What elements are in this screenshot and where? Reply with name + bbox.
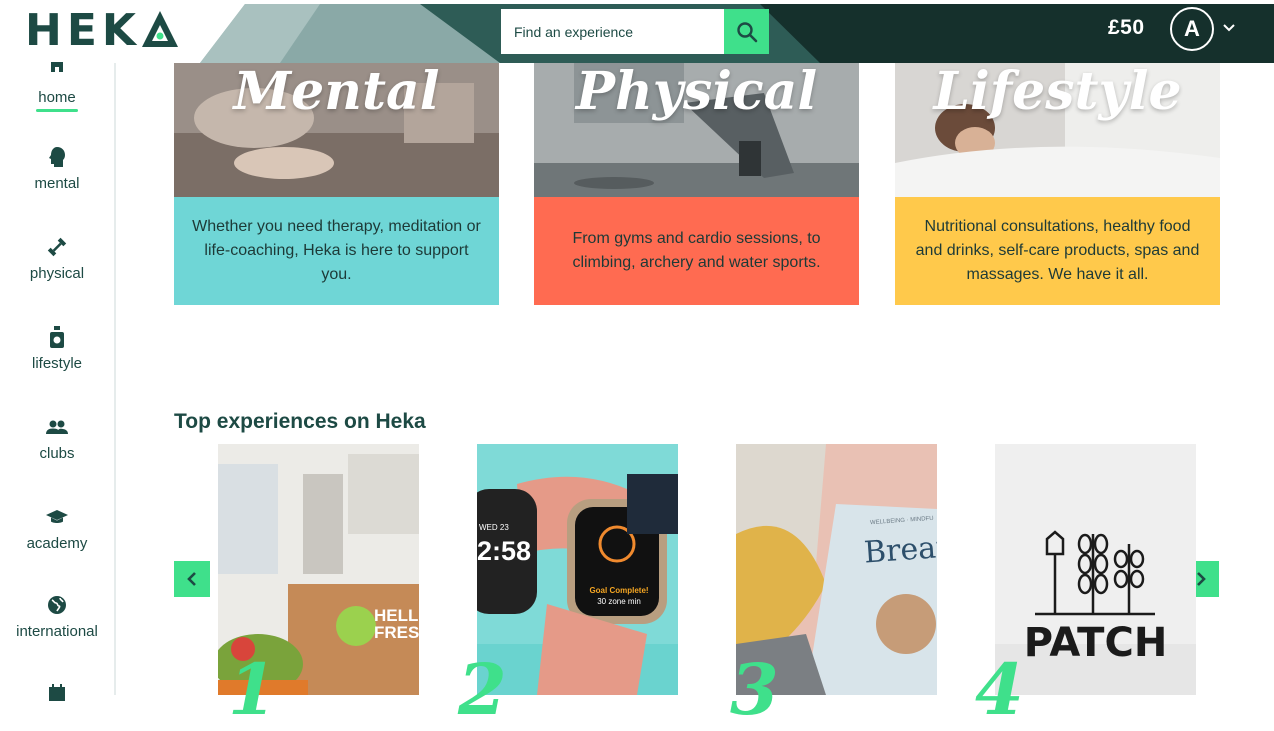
category-description: Nutritional consultations, healthy food … (895, 197, 1220, 305)
top-experiences-heading: Top experiences on Heka (174, 410, 426, 433)
search-input[interactable] (501, 9, 724, 54)
sidebar: home mental physical lifestyle clubs aca… (0, 62, 116, 701)
category-description: Whether you need therapy, meditation or … (174, 197, 499, 305)
globe-icon (48, 596, 66, 614)
sidebar-item-label: lifestyle (31, 355, 83, 372)
calendar-icon (49, 684, 65, 701)
image-brand-text: HELL (374, 606, 419, 625)
lifestyle-photo: Lifestyle (895, 63, 1220, 197)
home-icon (51, 62, 63, 72)
watch-time-text: 2:58 (477, 536, 532, 566)
sidebar-item-label: mental (34, 175, 80, 192)
category-card-physical[interactable]: Physical From gyms and cardio sessions, … (534, 63, 859, 305)
sidebar-item-lifestyle[interactable]: lifestyle (0, 325, 114, 372)
graduation-cap-icon (46, 510, 68, 523)
logo-text: HEK (25, 5, 141, 56)
patch-brand-text: PATCH (1023, 620, 1168, 666)
search-button[interactable] (724, 9, 769, 54)
category-title: Physical (575, 63, 818, 122)
experience-card-2[interactable]: WED 23 2:58 Goal Complete! 30 zone min (477, 444, 678, 695)
sidebar-item-label: academy (26, 535, 88, 552)
sidebar-item-physical[interactable]: physical (0, 235, 114, 282)
rank-number: 4 (975, 648, 1024, 731)
chevron-down-icon[interactable] (1222, 23, 1236, 33)
magazine-title-text: Breath (862, 528, 937, 571)
sidebar-item-label: physical (29, 265, 85, 282)
heka-logo[interactable]: HEK (25, 6, 179, 56)
search-icon (736, 21, 757, 42)
category-title: Lifestyle (933, 63, 1182, 122)
active-indicator (36, 109, 78, 112)
category-description: From gyms and cardio sessions, to climbi… (534, 197, 859, 305)
rank-number: 1 (228, 648, 277, 731)
bottle-icon (50, 326, 64, 348)
sidebar-item-clubs[interactable]: clubs (0, 415, 114, 462)
watch-zone-text: 30 zone min (597, 597, 641, 606)
sidebar-item-label: clubs (39, 445, 75, 462)
chevron-left-icon (187, 572, 196, 586)
search-bar (501, 9, 769, 54)
watch-goal-text: Goal Complete! (589, 586, 649, 595)
physical-photo: Physical (534, 63, 859, 197)
watch-date-text: WED 23 (479, 523, 509, 532)
sidebar-item-international[interactable]: international (0, 593, 114, 640)
image-brand-text: FRES (374, 623, 419, 642)
logo-delta-icon (141, 9, 179, 49)
fitbit-image (477, 444, 678, 695)
sidebar-item-calendar[interactable] (0, 681, 114, 705)
rank-number: 2 (458, 648, 507, 731)
carousel-prev-button[interactable] (174, 561, 210, 597)
top-bar: HEK £50 A (0, 0, 1274, 63)
sidebar-item-academy[interactable]: academy (0, 505, 114, 552)
wallet-balance[interactable]: £50 (1108, 16, 1145, 40)
user-avatar[interactable]: A (1170, 7, 1214, 51)
experience-card-4[interactable]: PATCH (995, 444, 1196, 695)
people-icon (46, 420, 68, 434)
sidebar-item-home[interactable]: home (0, 57, 114, 112)
category-card-lifestyle[interactable]: Lifestyle Nutritional consultations, hea… (895, 63, 1220, 305)
head-icon (49, 147, 65, 167)
rank-number: 3 (730, 648, 779, 731)
sidebar-item-label: international (16, 623, 98, 640)
category-title: Mental (233, 63, 440, 122)
mental-photo: Mental (174, 63, 499, 197)
sidebar-item-label: home (38, 89, 76, 106)
dumbbell-icon (47, 237, 67, 257)
category-card-mental[interactable]: Mental Whether you need therapy, meditat… (174, 63, 499, 305)
sidebar-item-mental[interactable]: mental (0, 145, 114, 192)
